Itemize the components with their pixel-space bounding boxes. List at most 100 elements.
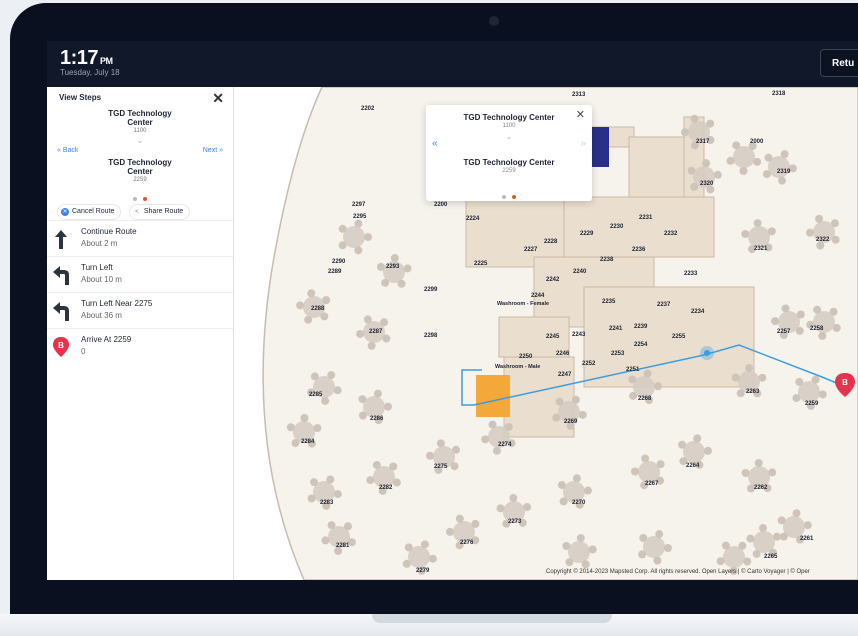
room-label: 2298 [424, 333, 438, 339]
device-base-notch [372, 614, 612, 623]
room-label: Washroom - Female [497, 301, 549, 307]
date-label: Tuesday, July 18 [60, 68, 120, 77]
chevron-down-icon: ⌄ [136, 136, 144, 145]
step-row[interactable]: B Arrive At 2259 0 [47, 329, 233, 365]
room-label: 2237 [657, 302, 671, 308]
room-label: 2240 [573, 269, 587, 275]
step-distance: About 2 m [81, 239, 118, 248]
share-icon: < [132, 208, 141, 216]
room-label: 2242 [546, 277, 560, 283]
room-label: 2321 [754, 246, 768, 252]
room-label: 2243 [572, 332, 586, 338]
step-title: Turn Left [81, 263, 113, 272]
previous-arrow-icon[interactable]: « [432, 138, 438, 149]
room-label: 2265 [764, 554, 778, 560]
room-label: 2258 [810, 326, 824, 332]
panel-title: View Steps [59, 93, 102, 102]
pager-dot[interactable] [502, 195, 506, 199]
popup-destination-name: TGD Technology Center [463, 158, 555, 167]
room-label: 2288 [311, 306, 325, 312]
room-label: 2263 [746, 389, 760, 395]
step-title: Turn Left Near 2275 [81, 299, 153, 308]
back-button[interactable]: « Back [57, 147, 78, 154]
room-label: 2229 [580, 231, 594, 237]
step-distance: About 36 m [81, 311, 122, 320]
step-distance: About 10 m [81, 275, 122, 284]
arrow-up-icon [55, 230, 67, 249]
room-label: 2274 [498, 442, 512, 448]
camera-dot [489, 16, 499, 26]
next-label: Next [202, 147, 218, 154]
route-popup: ✕ TGD Technology Center 1100 ⌄ « » TGD T… [426, 105, 592, 201]
room-label: 2261 [800, 536, 814, 542]
clock-ampm: PM [100, 56, 113, 66]
route-destination: TGD Technology Center 2259 [47, 158, 233, 185]
room-label: 2289 [328, 269, 342, 275]
share-route-button[interactable]: < Share Route [128, 204, 191, 220]
room-label: 2250 [519, 354, 533, 360]
step-row[interactable]: Continue Route About 2 m [47, 221, 233, 257]
next-arrow-icon[interactable]: » [580, 138, 586, 149]
popup-origin-number: 1100 [502, 123, 516, 129]
room-label: 2322 [816, 237, 830, 243]
popup-pager-dots [426, 186, 592, 204]
room-label: 2270 [572, 500, 586, 506]
next-button[interactable]: Next » [203, 147, 223, 154]
step-row[interactable]: Turn Left Near 2275 About 36 m [47, 293, 233, 329]
room-label: 2262 [754, 485, 768, 491]
room-label: 2281 [336, 543, 350, 549]
step-row[interactable]: Turn Left About 10 m [47, 257, 233, 293]
room-label: 2297 [352, 202, 366, 208]
app-screen: 1:17 PM Tuesday, July 18 Retu View Steps … [47, 41, 858, 580]
room-label: 2224 [466, 216, 480, 222]
room-label: 2282 [379, 485, 393, 491]
room-label: 2255 [672, 334, 686, 340]
room-label: 2273 [508, 519, 522, 525]
room-label: 2231 [639, 215, 653, 221]
room-label: 2257 [777, 329, 791, 335]
room-label: 2235 [602, 299, 616, 305]
room-label: 2233 [684, 271, 698, 277]
room-label: 2202 [361, 106, 375, 112]
room-label: 2319 [777, 169, 791, 175]
room-label: 2317 [696, 139, 710, 145]
room-label: 2264 [686, 463, 700, 469]
room-label: 2279 [416, 568, 430, 574]
room-label: 2284 [301, 439, 315, 445]
room-label: 2246 [556, 351, 570, 357]
room-label: 2238 [600, 257, 614, 263]
pager-dot-active[interactable] [512, 195, 516, 199]
room-label: 2225 [474, 261, 488, 267]
room-label: 2286 [370, 416, 384, 422]
room-label: 2293 [386, 264, 400, 270]
room-label: 2259 [805, 401, 819, 407]
current-location-dot [704, 350, 710, 356]
room-label: 2276 [460, 540, 474, 546]
origin-number: 1100 [133, 128, 147, 134]
destination-name: TGD Technology Center [108, 158, 172, 176]
room-label: Washroom - Male [495, 364, 540, 370]
room-label: 2275 [434, 464, 448, 470]
room-label: 2228 [544, 239, 558, 245]
room-label: 2252 [582, 361, 596, 367]
route-origin: TGD Technology Center 1100 [47, 109, 233, 136]
room-label: 2313 [572, 92, 586, 98]
return-button[interactable]: Retu [820, 49, 858, 77]
room-label: 2285 [309, 392, 323, 398]
destination-number: 2259 [133, 177, 147, 183]
back-label: Back [62, 147, 79, 154]
room-label: 2299 [424, 287, 438, 293]
turn-left-icon [53, 302, 69, 321]
room-label: 2251 [626, 367, 640, 373]
close-icon[interactable]: ✕ [212, 90, 224, 107]
svg-text:B: B [58, 341, 64, 350]
destination-marker-label: B [842, 378, 848, 387]
room-label: 2227 [524, 247, 538, 253]
step-title: Arrive At 2259 [81, 335, 132, 344]
room-label: 2234 [691, 309, 705, 315]
room-label: 2241 [609, 326, 623, 332]
origin-name: TGD Technology Center [108, 109, 172, 127]
room-label: 2267 [645, 481, 659, 487]
cancel-route-button[interactable]: ✕ Cancel Route [57, 204, 122, 220]
room-label: 2244 [531, 293, 545, 299]
